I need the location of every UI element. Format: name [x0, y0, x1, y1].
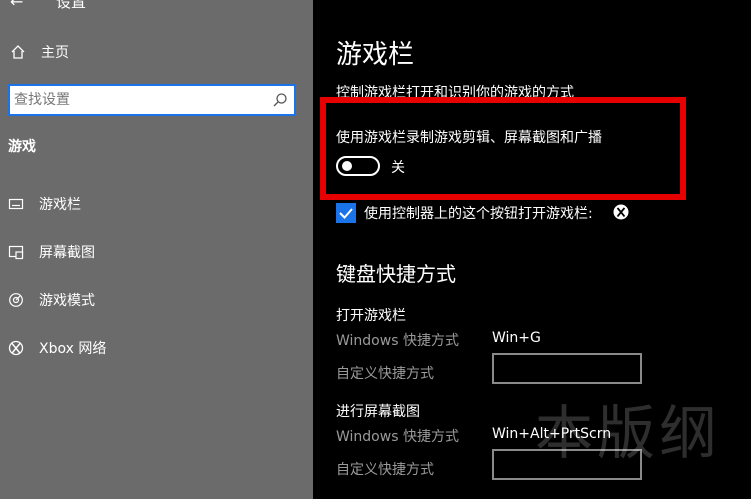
screenshot-icon	[8, 245, 24, 260]
sidebar-item-label: 屏幕截图	[39, 245, 95, 261]
gamebar-icon	[8, 198, 24, 210]
page-title: 游戏栏	[336, 40, 415, 70]
checkbox-label: 使用控制器上的这个按钮打开游戏栏:	[364, 206, 593, 222]
home-icon	[11, 45, 25, 59]
home-link[interactable]: 主页	[10, 42, 69, 62]
sidebar-item-label: Xbox 网络	[39, 341, 107, 357]
group-title-open-gamebar: 打开游戏栏	[336, 308, 406, 324]
custom-shortcut-label: 自定义快捷方式	[336, 462, 434, 478]
window-title: 设置	[56, 0, 87, 11]
red-highlight-frame	[320, 97, 686, 200]
windows-shortcut-value: Win+G	[492, 330, 541, 346]
sidebar: ← 设置 主页 游戏 游戏栏 屏幕截图 游戏模式 Xbox 网络	[0, 0, 313, 499]
toggle-state-label: 关	[391, 160, 405, 176]
controller-checkbox[interactable]	[336, 203, 356, 223]
windows-shortcut-label: Windows 快捷方式	[336, 429, 459, 445]
sidebar-item-gamemode[interactable]: 游戏模式	[0, 282, 313, 318]
gamebar-toggle[interactable]	[336, 156, 380, 176]
search-input[interactable]	[14, 90, 266, 110]
sidebar-item-screenshot[interactable]: 屏幕截图	[0, 234, 313, 270]
sidebar-item-label: 游戏模式	[39, 293, 95, 309]
checkmark-icon	[339, 208, 353, 219]
windows-shortcut-label: Windows 快捷方式	[336, 333, 459, 349]
home-label: 主页	[41, 45, 69, 61]
gamemode-icon	[9, 293, 23, 307]
section-title: 游戏	[8, 139, 36, 155]
search-box[interactable]	[8, 84, 296, 116]
sidebar-item-gamebar[interactable]: 游戏栏	[0, 186, 313, 222]
xbox-icon	[8, 340, 24, 356]
main-panel: 游戏栏 控制游戏栏打开和识别你的游戏的方式 使用游戏栏录制游戏剪辑、屏幕截图和广…	[313, 0, 751, 499]
xbox-button-icon	[613, 204, 629, 220]
toggle-knob	[342, 161, 352, 171]
custom-shortcut-label: 自定义快捷方式	[336, 366, 434, 382]
sidebar-item-xbox[interactable]: Xbox 网络	[0, 330, 313, 366]
keyboard-shortcuts-heading: 键盘快捷方式	[336, 262, 456, 286]
watermark: 本版纲	[535, 399, 722, 467]
toggle-caption: 使用游戏栏录制游戏剪辑、屏幕截图和广播	[336, 130, 602, 146]
custom-shortcut-field[interactable]	[492, 353, 642, 384]
sidebar-item-label: 游戏栏	[39, 197, 81, 213]
group-title-screenshot: 进行屏幕截图	[336, 404, 420, 420]
back-arrow-icon[interactable]: ←	[10, 0, 23, 11]
search-icon[interactable]	[272, 92, 288, 108]
